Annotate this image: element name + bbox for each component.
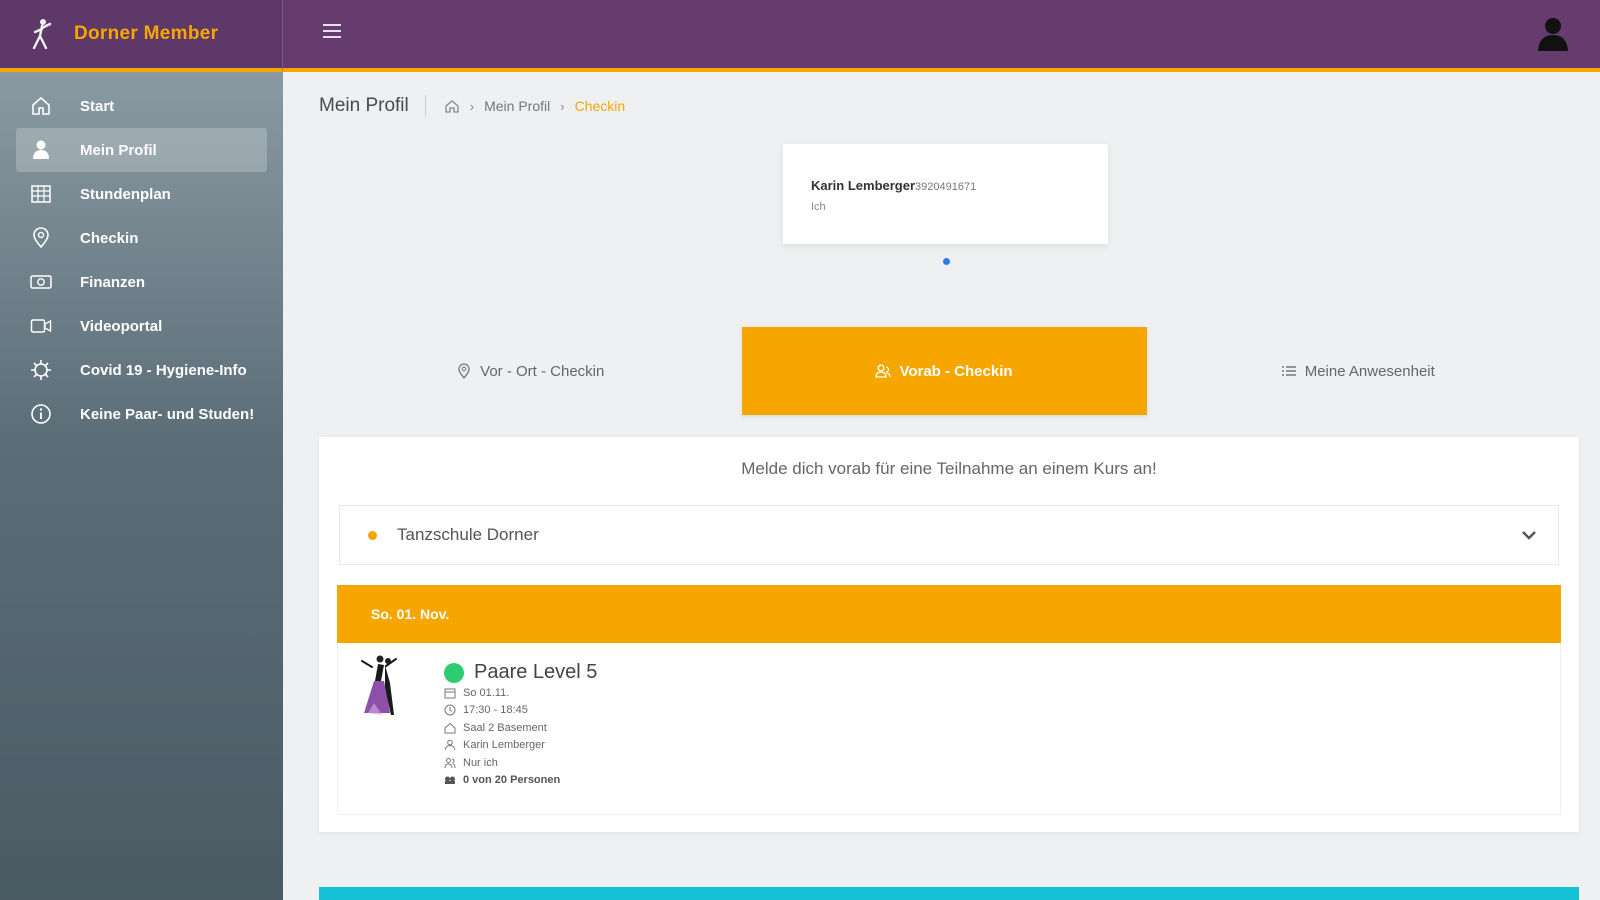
sidebar-item-start[interactable]: Start	[16, 84, 267, 128]
list-icon	[1281, 366, 1296, 376]
sidebar-item-checkin[interactable]: Checkin	[16, 216, 267, 260]
course-status-dot	[444, 662, 464, 683]
course-info: Paare Level 5 So 01.11. 17:30 - 18:45 Sa…	[444, 661, 597, 789]
sidebar-item-videoportal[interactable]: Videoportal	[16, 304, 267, 348]
location-pin-icon	[458, 363, 470, 379]
location-pin-icon	[28, 227, 54, 249]
breadcrumb-link-mein-profil[interactable]: Mein Profil	[484, 98, 550, 114]
app-title: Dorner Member	[74, 23, 219, 44]
tab-meine-anwesenheit[interactable]: Meine Anwesenheit	[1147, 327, 1570, 415]
app-header: Dorner Member	[0, 0, 1600, 72]
room-icon	[444, 722, 456, 734]
member-name: Karin Lemberger	[811, 178, 916, 193]
course-title-row: Paare Level 5	[444, 661, 597, 684]
grid-icon	[28, 183, 54, 205]
course-room: Saal 2 Basement	[444, 719, 597, 737]
sidebar-item-stundenplan[interactable]: Stundenplan	[16, 172, 267, 216]
brand[interactable]: Dorner Member	[0, 0, 283, 72]
checkin-tabs: Vor - Ort - Checkin Vorab - Checkin Mein…	[319, 327, 1569, 415]
calendar-icon	[444, 688, 456, 699]
breadcrumb-current: Checkin	[574, 98, 626, 114]
course-date: So 01.11.	[444, 684, 597, 702]
course-time-text: 17:30 - 18:45	[463, 704, 528, 717]
bottom-banner	[319, 887, 1579, 900]
course-time: 17:30 - 18:45	[444, 702, 597, 720]
sidebar-item-label: Mein Profil	[80, 141, 157, 159]
money-icon	[28, 271, 54, 293]
course-title: Paare Level 5	[474, 661, 598, 683]
chevron-right-icon: ›	[469, 98, 475, 114]
course-capacity: 0 von 20 Personen	[444, 772, 597, 790]
course-room-text: Saal 2 Basement	[463, 721, 547, 734]
sidebar-item-keine-paar[interactable]: Keine Paar- und Studen!	[16, 392, 267, 436]
sidebar-item-finanzen[interactable]: Finanzen	[16, 260, 267, 304]
user-group-icon	[444, 757, 456, 768]
user-group-icon	[875, 364, 892, 378]
main-content: Mein Profil › Mein Profil › Checkin Kari…	[283, 72, 1600, 900]
panel-heading: Melde dich vorab für eine Teilnahme an e…	[741, 459, 1157, 478]
dancer-logo-icon	[32, 19, 52, 50]
member-card[interactable]: Karin Lemberger3920491671 Ich	[783, 144, 1108, 244]
sidebar-item-label: Checkin	[80, 229, 139, 247]
sidebar-item-covid-info[interactable]: Covid 19 - Hygiene-Info	[16, 348, 267, 392]
course-date-text: So 01.11.	[463, 686, 510, 699]
tab-label: Vorab - Checkin	[899, 362, 1013, 380]
tab-vorab-checkin[interactable]: Vorab - Checkin	[741, 327, 1147, 415]
sidebar-item-label: Videoportal	[80, 317, 163, 335]
breadcrumb: Mein Profil › Mein Profil › Checkin	[319, 94, 625, 118]
carousel-indicator[interactable]	[943, 258, 950, 265]
sidebar-item-label: Finanzen	[80, 273, 146, 291]
video-icon	[28, 315, 54, 337]
school-status-dot	[368, 530, 377, 540]
sidebar-item-mein-profil[interactable]: Mein Profil	[16, 128, 267, 172]
date-header: So. 01. Nov.	[337, 585, 1561, 643]
school-name: Tanzschule Dorner	[397, 525, 539, 544]
home-icon[interactable]	[444, 98, 460, 114]
menu-toggle-icon[interactable]	[323, 24, 341, 40]
tab-vor-ort-checkin[interactable]: Vor - Ort - Checkin	[319, 327, 742, 415]
topbar	[283, 0, 1600, 72]
course-participants-text: Nur ich	[463, 756, 498, 769]
home-icon	[28, 95, 54, 117]
school-dropdown[interactable]: Tanzschule Dorner	[339, 505, 1559, 565]
course-teacher: Karin Lemberger	[444, 737, 597, 755]
checkin-panel: Melde dich vorab für eine Teilnahme an e…	[319, 437, 1579, 832]
course-participants: Nur ich	[444, 754, 597, 772]
course-capacity-text: 0 von 20 Personen	[463, 774, 561, 787]
virus-icon	[28, 359, 54, 381]
member-name-row: Karin Lemberger3920491671	[811, 178, 1080, 193]
chevron-right-icon: ›	[560, 98, 565, 114]
course-teacher-text: Karin Lemberger	[463, 739, 545, 752]
sidebar: Start Mein Profil Stundenplan Checkin Fi…	[0, 72, 283, 900]
course-card[interactable]: Paare Level 5 So 01.11. 17:30 - 18:45 Sa…	[337, 643, 1561, 815]
clock-icon	[444, 704, 456, 716]
member-subtitle: Ich	[811, 201, 826, 213]
dancing-couple-icon	[361, 655, 397, 715]
info-icon	[28, 403, 54, 425]
tab-label: Meine Anwesenheit	[1304, 362, 1435, 380]
sidebar-item-label: Stundenplan	[80, 185, 171, 203]
people-count-icon	[445, 776, 455, 785]
chevron-down-icon	[1522, 531, 1536, 540]
sidebar-item-label: Covid 19 - Hygiene-Info	[80, 361, 247, 379]
sidebar-item-label: Start	[80, 97, 115, 115]
sidebar-item-label: Keine Paar- und Studen!	[80, 405, 255, 423]
person-icon	[445, 739, 455, 751]
user-icon	[28, 139, 54, 161]
tab-label: Vor - Ort - Checkin	[480, 362, 605, 380]
page-title: Mein Profil	[319, 95, 426, 117]
user-account-icon[interactable]	[1536, 16, 1570, 52]
member-id: 3920491671	[915, 181, 977, 193]
